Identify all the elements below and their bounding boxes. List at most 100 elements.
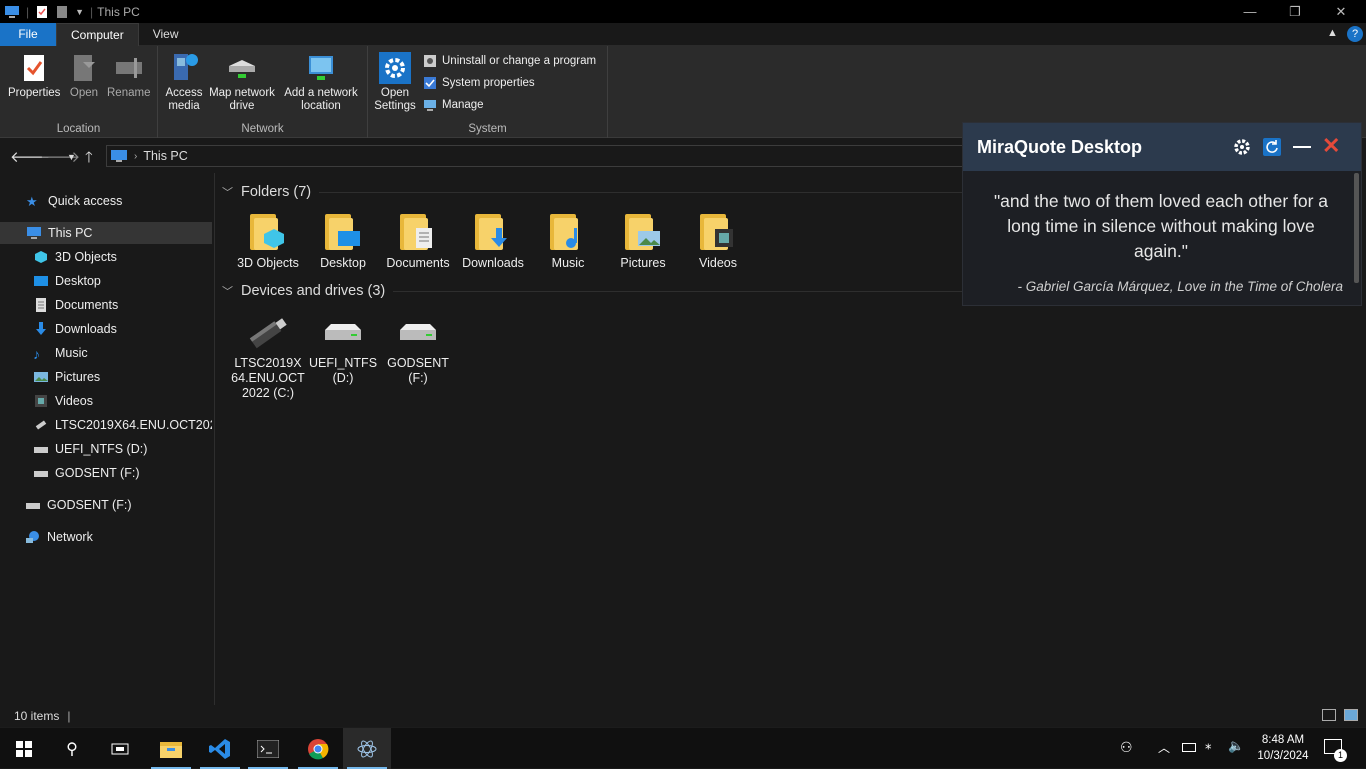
rename-button[interactable]: Rename (107, 52, 150, 100)
folder-label: Desktop (320, 256, 366, 270)
taskbar-vscode[interactable] (196, 728, 244, 769)
title-bar: | ▼ | This PC — ❐ ✕ (0, 0, 1366, 23)
restore-button[interactable]: ❐ (1272, 0, 1318, 23)
network-group: Access media Map network drive Add a net… (158, 46, 368, 138)
nav-item-music[interactable]: ♪ Music (0, 342, 212, 364)
nav-item-3d-objects[interactable]: 3D Objects (0, 246, 212, 268)
map-network-drive-button[interactable]: Map network drive (206, 52, 278, 113)
tab-file[interactable]: File (0, 22, 56, 46)
nav-item-pictures[interactable]: Pictures (0, 366, 212, 388)
folder-videos[interactable]: Videos (681, 212, 755, 271)
properties-button[interactable]: Properties (8, 52, 60, 100)
folder-3d-objects[interactable]: 3D Objects (231, 212, 305, 271)
open-button[interactable]: Open (68, 52, 100, 100)
people-icon[interactable]: ⚇ (1120, 739, 1133, 756)
folder-downloads[interactable]: Downloads (456, 212, 530, 271)
refresh-icon[interactable] (1263, 138, 1281, 156)
system-group-label: System (468, 123, 507, 135)
battery-icon[interactable] (1182, 743, 1196, 752)
nav-item-label: Pictures (55, 370, 101, 384)
documents-icon (36, 298, 46, 312)
open-settings-label: Open Settings (374, 87, 416, 112)
downloads-icon (36, 322, 46, 335)
drive-f[interactable]: GODSENT (F:) (381, 308, 455, 386)
nav-item-desktop[interactable]: Desktop (0, 270, 212, 292)
new-folder-qa-icon[interactable] (55, 5, 69, 19)
address-bar[interactable]: › This PC (106, 145, 1106, 167)
volume-icon[interactable]: 🔈 (1228, 738, 1244, 754)
task-view-button[interactable] (96, 728, 144, 769)
nav-item-drive-d[interactable]: UEFI_NTFS (D:) (0, 438, 212, 460)
nav-this-pc[interactable]: This PC (0, 222, 212, 244)
uninstall-icon (424, 55, 436, 67)
recent-locations-icon[interactable]: ▼ (67, 152, 76, 162)
nav-item-drive-f[interactable]: GODSENT (F:) (0, 462, 212, 484)
settings-icon[interactable] (1233, 138, 1251, 156)
add-network-location-button[interactable]: Add a network location (280, 52, 362, 113)
folder-music[interactable]: Music (531, 212, 605, 271)
qa-dropdown-icon[interactable]: ▼ (75, 7, 84, 17)
manage-label: Manage (442, 99, 484, 111)
folder-desktop[interactable]: Desktop (306, 212, 380, 271)
taskbar-terminal[interactable] (244, 728, 292, 769)
tab-computer[interactable]: Computer (56, 22, 139, 46)
this-pc-icon (5, 5, 19, 18)
electron-app-icon (357, 740, 377, 757)
nav-item-videos[interactable]: Videos (0, 390, 212, 412)
access-media-button[interactable]: Access media (164, 52, 204, 113)
wifi-icon[interactable]: ⁎ (1205, 737, 1212, 753)
nav-item-documents[interactable]: Documents (0, 294, 212, 316)
nav-item-drive-c[interactable]: LTSC2019X64.ENU.OCT2022 (C:) (0, 414, 212, 436)
ribbon-collapse-icon[interactable]: ▲ (1327, 27, 1338, 39)
close-button[interactable]: ✕ (1318, 0, 1364, 23)
start-button[interactable] (0, 728, 48, 769)
system-properties-button[interactable]: System properties (423, 76, 535, 90)
manage-button[interactable]: Manage (423, 98, 484, 112)
folder-label: Downloads (462, 256, 524, 270)
nav-network-label: Network (47, 530, 93, 544)
minimize-button[interactable]: — (1227, 0, 1273, 23)
nav-quick-access[interactable]: ★ Quick access (0, 190, 212, 212)
close-icon[interactable]: ✕ (1322, 133, 1340, 159)
drives-section-header[interactable]: ﹀ Devices and drives (3) (222, 283, 962, 299)
drive-d[interactable]: UEFI_NTFS (D:) (306, 308, 380, 386)
minimize-icon[interactable] (1293, 146, 1311, 148)
folder-pictures[interactable]: Pictures (606, 212, 680, 271)
system-group: Open Settings Uninstall or change a prog… (368, 46, 608, 138)
window-title: This PC (97, 4, 140, 19)
nav-item-downloads[interactable]: Downloads (0, 318, 212, 340)
nav-network[interactable]: Network (0, 526, 212, 548)
show-hidden-icons-chevron-icon[interactable]: ︿ (1158, 739, 1170, 756)
clock[interactable]: 8:48 AM 10/3/2024 (1252, 732, 1314, 764)
search-button[interactable]: ⚲ (48, 728, 96, 769)
taskbar-miraquote[interactable] (343, 728, 391, 769)
folder-icon (698, 212, 738, 252)
scrollbar[interactable] (1354, 173, 1359, 283)
nav-item-label: Desktop (55, 274, 101, 288)
tab-view[interactable]: View (139, 23, 193, 46)
large-icons-view-icon[interactable] (1344, 709, 1358, 721)
nav-godsent[interactable]: GODSENT (F:) (0, 494, 212, 516)
open-settings-button[interactable]: Open Settings (374, 52, 416, 113)
nav-item-label: Videos (55, 394, 93, 408)
folder-documents[interactable]: Documents (381, 212, 455, 271)
breadcrumb[interactable]: This PC (143, 149, 187, 163)
drive-icon (400, 324, 436, 340)
taskbar-chrome[interactable] (294, 728, 342, 769)
access-media-icon (174, 54, 198, 80)
nav-item-label: 3D Objects (55, 250, 117, 264)
item-count: 10 items (14, 709, 60, 723)
drive-c[interactable]: LTSC2019X64.ENU.OCT2022 (C:) (231, 308, 305, 401)
taskbar-file-explorer[interactable] (147, 728, 195, 769)
up-icon[interactable]: 🡑 (85, 147, 93, 172)
details-view-icon[interactable] (1322, 709, 1336, 721)
uninstall-program-button[interactable]: Uninstall or change a program (423, 54, 596, 68)
miraquote-header: MiraQuote Desktop ✕ (963, 123, 1361, 171)
miraquote-title: MiraQuote Desktop (977, 136, 1143, 157)
quote-author: - Gabriel García Márquez, Love in the Ti… (1017, 279, 1343, 294)
properties-qa-icon[interactable] (35, 5, 49, 19)
nav-item-label: Documents (55, 298, 119, 312)
nav-item-label: LTSC2019X64.ENU.OCT2022 (C:) (55, 418, 212, 432)
help-icon[interactable]: ? (1347, 26, 1363, 42)
folders-section-header[interactable]: ﹀ Folders (7) (222, 184, 962, 200)
